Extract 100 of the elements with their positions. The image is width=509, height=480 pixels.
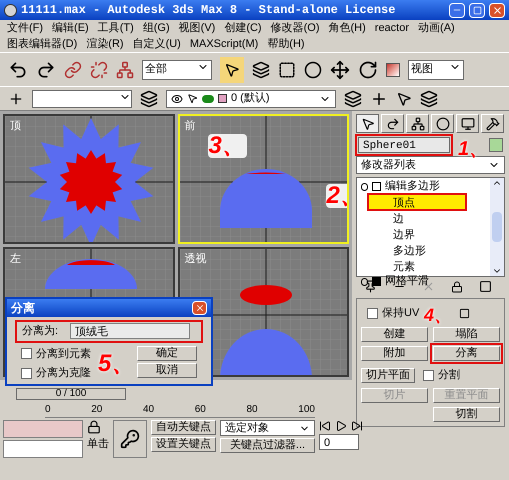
tab-icon [486,116,500,130]
undo-icon [8,60,28,80]
menu-item[interactable]: 视图(V) [178,21,216,35]
modifier-item[interactable]: 编辑多边形 [385,178,440,195]
play-icon [335,420,347,432]
tab-icon [410,116,424,130]
step-number: 2、 [326,184,347,208]
menu-item[interactable]: 创建(C) [224,21,262,35]
layer-color-swatch [218,94,227,103]
menu-item[interactable]: 角色(H) [328,21,366,35]
app-icon [4,4,17,16]
layer-dropdown[interactable]: 0 (默认) [166,90,336,108]
object-name-field[interactable]: Sphere01 [358,137,450,153]
link-icon [64,60,82,78]
modifier-item[interactable]: 网格平滑 [385,273,429,290]
key-icon [120,429,140,449]
scroll-thumb[interactable] [492,212,502,242]
key-mode-dropdown[interactable]: 选定对象 [220,420,315,436]
maximize-button[interactable] [469,2,485,18]
named-selection-field[interactable] [32,90,132,108]
object-color-swatch[interactable] [489,138,503,152]
field-label: 分离为: [22,324,58,339]
select-tool-button[interactable] [220,56,244,82]
close-button[interactable] [192,301,207,315]
checkbox[interactable] [367,308,378,318]
menu-item[interactable]: 动画(A) [418,21,455,35]
menu-item[interactable]: 帮助(H) [267,37,305,51]
menu-item[interactable]: reactor [374,21,410,35]
panel-tab[interactable] [356,114,379,133]
checkbox[interactable] [21,348,32,360]
sub-object-item[interactable]: 边 [361,211,457,225]
scrollbar[interactable] [490,178,504,276]
minimize-button[interactable] [449,2,465,18]
auto-key-button[interactable]: 自动关键点 [151,420,216,435]
key-filters-button[interactable]: 关键点过滤器... [220,438,315,453]
step-number: 5、 [98,352,136,376]
go-to-end-icon [351,420,363,432]
frame-counter[interactable]: 0 / 100 [16,388,126,400]
command-button[interactable]: 创建 [361,327,428,342]
timeline-tick-label: 60 [194,403,206,417]
bulb-icon[interactable] [361,182,368,190]
viewport[interactable]: 顶 [3,114,174,244]
menu-item[interactable]: 图表编辑器(D) [7,37,78,51]
menu-item[interactable]: 自定义(U) [132,37,181,51]
bulb-icon[interactable] [361,278,368,286]
dialog-button[interactable]: 取消 [137,362,197,378]
viewport[interactable]: 前 2、 3、 [178,114,349,244]
timeline-tick-label: 20 [91,403,102,417]
expand-toggle[interactable] [372,277,381,286]
checkbox[interactable] [21,368,32,379]
menu-item[interactable]: 编辑(E) [52,21,89,35]
set-key-button[interactable]: 设置关键点 [151,437,216,452]
menu-item[interactable]: 渲染(R) [86,37,124,51]
command-button[interactable]: 分离 [433,346,500,361]
checkbox[interactable] [423,370,434,381]
set-key-mode-button[interactable] [113,420,147,458]
layer-manager-icon [420,90,438,108]
command-button[interactable]: 塌陷 [433,327,500,342]
command-button[interactable]: 附加 [361,346,428,361]
menu-item[interactable]: 文件(F) [7,21,44,35]
sub-object-item[interactable]: 顶点 [369,195,465,209]
maximize-icon [472,6,482,14]
eye-icon [171,92,183,104]
command-button[interactable]: 切片平面 [361,368,415,383]
rotate-icon [358,60,378,80]
dialog-button[interactable]: 确定 [137,346,197,360]
viewport-label[interactable]: 前 [184,118,196,134]
step-number: 4、 [424,306,452,324]
tab-icon [386,116,400,130]
viewport-label[interactable]: 左 [10,251,21,268]
viewport-label[interactable]: 顶 [10,118,21,134]
frame-field[interactable]: 0 [319,434,359,450]
name-input-field[interactable]: 顶绒毛 [70,323,190,340]
selection-filter-dropdown[interactable]: 全部 [142,60,212,80]
timeline-tick-label: 80 [246,403,258,417]
menu-item[interactable]: MAXScript(M) [190,37,258,51]
viewport-label[interactable]: 透视 [184,251,206,268]
command-button[interactable]: 切割 [433,406,500,422]
sub-object-item[interactable]: 元素 [361,259,457,273]
sub-object-item[interactable]: 多边形 [361,243,457,257]
coordinate-system-dropdown[interactable]: 视图 [408,60,464,80]
configure-icon [479,280,492,293]
menu-item[interactable]: 修改器(O) [270,21,320,35]
checkbox-label: 保持UV [382,306,420,321]
window-crossing-icon [304,60,322,78]
lock-icon [87,420,101,434]
expand-toggle[interactable] [372,182,381,191]
select-by-name-icon [252,60,270,78]
sub-object-item[interactable]: 边界 [361,227,457,241]
new-layer-icon [344,90,362,108]
lock-icon [451,280,463,292]
menu-item[interactable]: 组(G) [142,21,170,35]
timeline-tick-label: 100 [298,403,315,417]
rectangle-selection-icon [278,60,296,78]
scale-icon[interactable] [386,62,400,76]
named-selection-icon [8,90,24,106]
close-button[interactable] [489,2,505,18]
prompt-text: 单击 [87,437,109,452]
tab-icon [460,116,474,130]
menu-item[interactable]: 工具(T) [98,21,134,35]
